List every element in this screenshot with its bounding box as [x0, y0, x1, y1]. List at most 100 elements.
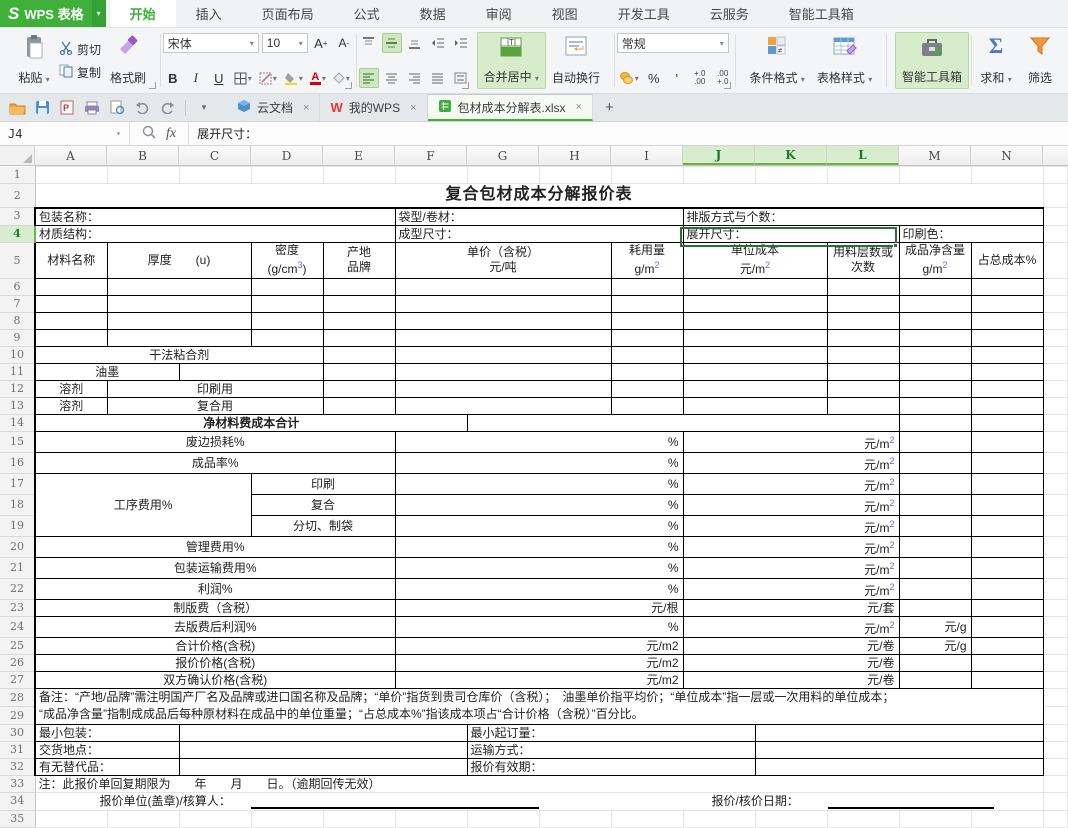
cell[interactable] — [899, 414, 971, 431]
row-header-21[interactable]: 21 — [0, 557, 35, 578]
sum-button[interactable]: Σ 求和 ▾ — [974, 32, 1018, 89]
cell[interactable] — [35, 810, 107, 827]
cell[interactable] — [1043, 452, 1068, 473]
cell-yuan-m2-unit[interactable]: 元/m2 — [683, 515, 899, 536]
cell-waste-loss[interactable]: 废边损耗% — [35, 431, 395, 452]
cell-ink[interactable]: 油墨 — [35, 363, 179, 380]
cell[interactable] — [683, 278, 827, 295]
cell[interactable] — [323, 329, 395, 346]
cell[interactable] — [827, 810, 899, 827]
cell-pct-unit[interactable]: % — [395, 536, 683, 557]
tab-page-layout[interactable]: 页面布局 — [242, 0, 334, 27]
cell[interactable] — [971, 599, 1043, 616]
col-header-c[interactable]: C — [179, 146, 251, 165]
close-tab-icon[interactable]: × — [576, 101, 582, 113]
cell-profit-after-plate[interactable]: 去版费后利润% — [35, 616, 395, 637]
cell[interactable] — [755, 724, 1043, 741]
cell-yuan-m2-unit[interactable]: 元/m2 — [683, 452, 899, 473]
row-header-24[interactable]: 24 — [0, 616, 35, 637]
increase-indent-button[interactable] — [451, 33, 471, 53]
col-header-partial[interactable] — [1043, 146, 1068, 165]
cell[interactable] — [971, 536, 1043, 557]
font-color-button[interactable]: A▾ — [308, 68, 328, 88]
redo-button[interactable] — [158, 99, 176, 117]
row-header-20[interactable]: 20 — [0, 536, 35, 557]
cell-process-laminate[interactable]: 复合 — [251, 494, 395, 515]
number-format-select[interactable]: 常规▾ — [617, 33, 729, 53]
cell[interactable] — [1043, 741, 1068, 758]
cell[interactable] — [683, 346, 827, 363]
col-header-i[interactable]: I — [611, 146, 683, 165]
tab-smart-toolbox[interactable]: 智能工具箱 — [769, 0, 874, 27]
cell-yuan-m2-plain-unit[interactable]: 元/m2 — [395, 637, 683, 654]
cell[interactable] — [899, 494, 971, 515]
cell[interactable] — [323, 167, 395, 184]
cell-transport-mode[interactable]: 运输方式： — [467, 741, 755, 758]
cell[interactable] — [1043, 810, 1068, 827]
row-header-1[interactable]: 1 — [0, 167, 35, 184]
cell[interactable] — [1043, 473, 1068, 494]
cell[interactable] — [1043, 346, 1068, 363]
cell[interactable] — [323, 363, 395, 380]
cell[interactable] — [1043, 792, 1068, 810]
justify-button[interactable] — [428, 68, 448, 88]
cell[interactable] — [1043, 295, 1068, 312]
tab-cloud-docs[interactable]: 云文档 × — [227, 94, 320, 121]
cell[interactable] — [971, 515, 1043, 536]
cell-yuan-m2-plain-unit[interactable]: 元/m2 — [395, 671, 683, 688]
align-left-button[interactable] — [359, 68, 379, 88]
cell[interactable] — [683, 295, 827, 312]
row-header-14[interactable]: 14 — [0, 414, 35, 431]
tab-home[interactable]: 开始 — [110, 0, 176, 27]
cell[interactable] — [755, 741, 1043, 758]
align-middle-button[interactable] — [382, 33, 402, 53]
cell-net-material-total[interactable]: 净材料费成本合计 — [35, 414, 467, 431]
cell[interactable] — [899, 452, 971, 473]
cell[interactable] — [899, 167, 971, 184]
cell[interactable] — [611, 397, 683, 414]
cell[interactable] — [755, 167, 827, 184]
cell-min-package[interactable]: 最小包装： — [35, 724, 179, 741]
cell[interactable] — [323, 295, 395, 312]
cell[interactable] — [683, 363, 827, 380]
cell[interactable] — [899, 557, 971, 578]
cell-pct-unit[interactable]: % — [395, 515, 683, 536]
cell[interactable] — [251, 295, 323, 312]
cell[interactable] — [971, 167, 1043, 184]
row-header-30[interactable]: 30 — [0, 724, 35, 741]
draw-border-button[interactable]: ▾ — [257, 68, 279, 88]
cell[interactable] — [1043, 278, 1068, 295]
cell-h-net-content[interactable]: 成品净含量g/m2 — [899, 242, 971, 278]
cell-report-title[interactable]: 复合包材成本分解报价表 — [35, 184, 1043, 208]
cell-process-fee[interactable]: 工序费用% — [35, 473, 251, 536]
cell-pct-unit[interactable]: % — [395, 473, 683, 494]
cell-pct-unit[interactable]: % — [395, 452, 683, 473]
cell-pct-unit[interactable]: % — [395, 494, 683, 515]
merge-center-button[interactable]: T 合并居中 ▾ — [477, 32, 546, 89]
cell[interactable] — [1043, 312, 1068, 329]
row-header-12[interactable]: 12 — [0, 380, 35, 397]
logo-dropdown-arrow[interactable]: ▾ — [92, 0, 106, 27]
cell-dry-adhesive[interactable]: 干法粘合剂 — [35, 346, 323, 363]
copy-button[interactable]: 复制 — [56, 63, 104, 82]
cell[interactable] — [971, 494, 1043, 515]
cell-h-unit-cost[interactable]: 单位成本元/m2 — [683, 242, 827, 278]
cell-quote-validity[interactable]: 报价有效期： — [467, 758, 755, 775]
cell[interactable] — [971, 363, 1043, 380]
cell[interactable] — [971, 295, 1043, 312]
export-pdf-button[interactable]: P — [58, 99, 76, 117]
cell-formed-size[interactable]: 成型尺寸： — [395, 225, 683, 242]
cell[interactable] — [107, 295, 251, 312]
cell-yuan-gen-unit[interactable]: 元/根 — [395, 599, 683, 616]
cell[interactable] — [899, 397, 971, 414]
cell[interactable] — [395, 397, 611, 414]
cell[interactable] — [827, 380, 899, 397]
cell[interactable] — [899, 431, 971, 452]
alignment-dialog-launcher[interactable] — [462, 82, 469, 89]
cell[interactable] — [1043, 225, 1068, 242]
cell[interactable] — [611, 278, 683, 295]
magnifier-icon[interactable] — [142, 125, 156, 142]
cell[interactable] — [467, 414, 899, 431]
cell[interactable] — [35, 167, 107, 184]
cell[interactable] — [467, 810, 539, 827]
